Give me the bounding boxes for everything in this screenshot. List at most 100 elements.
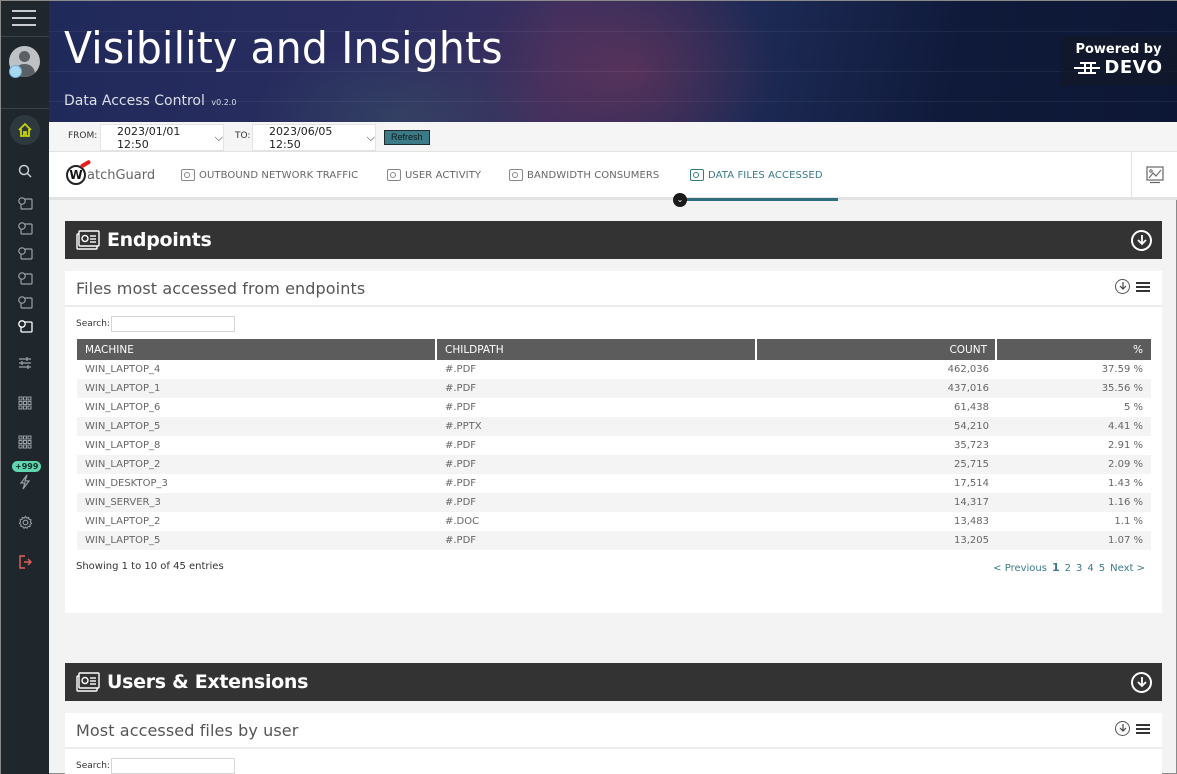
cell-count: 437,016 xyxy=(757,379,997,398)
page-link-4[interactable]: 4 xyxy=(1087,563,1093,574)
search-input[interactable] xyxy=(110,758,235,774)
cell-machine: WIN_LAPTOP_8 xyxy=(77,436,437,455)
panel-files-most-accessed: Files most accessed from endpoints Searc… xyxy=(65,271,1162,613)
search-input[interactable] xyxy=(110,316,235,332)
search-label: Search: xyxy=(76,319,110,329)
tab-outbound-network-traffic[interactable]: OUTBOUND NETWORK TRAFFIC xyxy=(181,169,358,181)
column-header-childpath[interactable]: CHILDPATH xyxy=(437,339,757,360)
tab-data-files-accessed[interactable]: DATA FILES ACCESSED xyxy=(690,169,823,181)
dashboard-icon[interactable] xyxy=(15,219,35,237)
sliders-icon[interactable] xyxy=(15,354,35,372)
cell-count: 17,514 xyxy=(757,474,997,493)
table-row[interactable]: WIN_LAPTOP_2 #.DOC 13,483 1.1 % xyxy=(77,512,1151,531)
page-link-2[interactable]: 2 xyxy=(1065,563,1071,574)
download-icon[interactable] xyxy=(1131,672,1152,693)
cell-percent: 35.56 % xyxy=(997,379,1151,398)
refresh-button[interactable]: Refresh xyxy=(384,130,430,145)
section-title: Users & Extensions xyxy=(107,671,309,693)
table-row[interactable]: WIN_LAPTOP_5 #.PDF 13,205 1.07 % xyxy=(77,531,1151,550)
cell-count: 14,317 xyxy=(757,493,997,512)
cell-childpath: #.PDF xyxy=(437,360,757,379)
table-row[interactable]: WIN_DESKTOP_3 #.PDF 17,514 1.43 % xyxy=(77,474,1151,493)
collapse-chevron-icon[interactable]: ⌄ xyxy=(673,193,687,207)
dashboard-icon-active[interactable] xyxy=(15,317,35,335)
from-date-select[interactable]: 2023/01/01 12:50 ⌵ xyxy=(100,124,224,151)
gear-icon[interactable] xyxy=(15,513,35,531)
table-row[interactable]: WIN_LAPTOP_6 #.PDF 61,438 5 % xyxy=(77,398,1151,417)
cell-count: 462,036 xyxy=(757,360,997,379)
previous-page-link[interactable]: < Previous xyxy=(993,563,1047,574)
download-icon[interactable] xyxy=(1115,279,1130,294)
panel-most-accessed-by-user: Most accessed files by user Search: xyxy=(65,713,1162,774)
dashboard-icon xyxy=(181,169,195,181)
app-subtitle: Data Access Control v0.2.0 xyxy=(64,93,236,109)
dashboard-icon[interactable] xyxy=(15,269,35,287)
download-icon[interactable] xyxy=(1115,721,1130,736)
app-name: Data Access Control xyxy=(64,93,205,109)
menu-icon[interactable] xyxy=(12,10,36,28)
cell-childpath: #.PDF xyxy=(437,493,757,512)
table-row[interactable]: WIN_LAPTOP_4 #.PDF 462,036 37.59 % xyxy=(77,360,1151,379)
cell-percent: 1.1 % xyxy=(997,512,1151,531)
cell-count: 13,483 xyxy=(757,512,997,531)
search-field: Search: xyxy=(76,316,235,332)
image-export-button[interactable] xyxy=(1131,152,1177,197)
cell-machine: WIN_LAPTOP_6 xyxy=(77,398,437,417)
page-link-1[interactable]: 1 xyxy=(1052,561,1060,574)
cell-count: 35,723 xyxy=(757,436,997,455)
page-title: Visibility and Insights xyxy=(64,23,503,74)
cell-machine: WIN_LAPTOP_2 xyxy=(77,512,437,531)
table-row[interactable]: WIN_LAPTOP_8 #.PDF 35,723 2.91 % xyxy=(77,436,1151,455)
to-label: TO: xyxy=(235,131,251,141)
column-header-count[interactable]: COUNT xyxy=(757,339,997,360)
table-row[interactable]: WIN_LAPTOP_5 #.PPTX 54,210 4.41 % xyxy=(77,417,1151,436)
watchguard-logo: WatchGuard xyxy=(66,165,155,185)
search-icon[interactable] xyxy=(15,162,35,180)
table-row[interactable]: WIN_LAPTOP_1 #.PDF 437,016 35.56 % xyxy=(77,379,1151,398)
download-icon[interactable] xyxy=(1131,230,1152,251)
table-row[interactable]: WIN_SERVER_3 #.PDF 14,317 1.16 % xyxy=(77,493,1151,512)
data-table: MACHINE CHILDPATH COUNT % WIN_LAPTOP_4 #.… xyxy=(77,339,1151,550)
dashboard-icon[interactable] xyxy=(15,244,35,262)
divider xyxy=(1,36,49,37)
cell-percent: 4.41 % xyxy=(997,417,1151,436)
image-icon xyxy=(1145,165,1164,183)
tab-bandwidth-consumers[interactable]: BANDWIDTH CONSUMERS xyxy=(509,169,659,181)
cell-childpath: #.PDF xyxy=(437,379,757,398)
powered-by-badge: Powered by DEVO xyxy=(1060,36,1177,86)
cell-percent: 5 % xyxy=(997,398,1151,417)
logout-icon[interactable] xyxy=(15,553,35,571)
next-page-link[interactable]: Next > xyxy=(1110,563,1145,574)
cell-machine: WIN_LAPTOP_5 xyxy=(77,531,437,550)
tab-bar: WatchGuard OUTBOUND NETWORK TRAFFIC USER… xyxy=(49,152,1177,207)
cell-percent: 2.09 % xyxy=(997,455,1151,474)
page-link-5[interactable]: 5 xyxy=(1099,563,1105,574)
table-row[interactable]: WIN_LAPTOP_2 #.PDF 25,715 2.09 % xyxy=(77,455,1151,474)
dashboard-icon xyxy=(76,672,100,692)
grid-icon[interactable] xyxy=(15,433,35,451)
cell-childpath: #.PDF xyxy=(437,436,757,455)
cell-percent: 1.43 % xyxy=(997,474,1151,493)
home-icon[interactable] xyxy=(10,115,40,145)
tab-user-activity[interactable]: USER ACTIVITY xyxy=(387,169,481,181)
cell-count: 25,715 xyxy=(757,455,997,474)
from-date-value: 2023/01/01 12:50 xyxy=(117,124,181,151)
menu-icon[interactable] xyxy=(1136,722,1150,736)
from-label: FROM: xyxy=(68,131,98,141)
column-header-machine[interactable]: MACHINE xyxy=(77,339,437,360)
grid-icon[interactable] xyxy=(15,394,35,412)
chevron-down-icon: ⌵ xyxy=(366,130,375,144)
column-header-percent[interactable]: % xyxy=(997,339,1151,360)
page-link-3[interactable]: 3 xyxy=(1076,563,1082,574)
entries-info: Showing 1 to 10 of 45 entries xyxy=(76,561,224,572)
dashboard-icon[interactable] xyxy=(15,194,35,212)
bolt-icon[interactable] xyxy=(15,473,35,491)
brand-name: DEVO xyxy=(1104,57,1163,78)
menu-icon[interactable] xyxy=(1136,280,1150,294)
to-date-select[interactable]: 2023/06/05 12:50 ⌵ xyxy=(252,124,376,151)
cell-childpath: #.DOC xyxy=(437,512,757,531)
dashboard-icon[interactable] xyxy=(15,293,35,311)
date-range-bar: FROM: 2023/01/01 12:50 ⌵ TO: 2023/06/05 1… xyxy=(49,122,1177,152)
cell-percent: 1.16 % xyxy=(997,493,1151,512)
cell-childpath: #.PDF xyxy=(437,398,757,417)
